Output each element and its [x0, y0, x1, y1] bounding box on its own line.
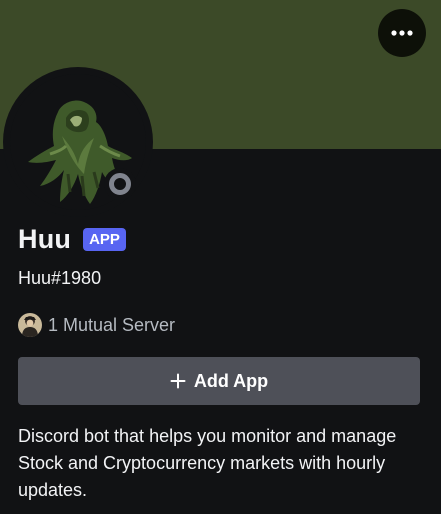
add-app-label: Add App — [193, 370, 269, 391]
bio-text: Discord bot that helps you monitor and m… — [18, 426, 397, 500]
display-name: Huu — [18, 223, 72, 254]
name-row: Huu APP — [18, 222, 126, 256]
offline-status-icon — [109, 173, 131, 195]
username: Huu#1980 — [18, 268, 102, 288]
more-options-button[interactable] — [378, 9, 426, 57]
more-horizontal-icon — [391, 30, 413, 36]
server-icon — [18, 313, 42, 337]
plus-icon — [170, 373, 186, 389]
mutual-servers-label: 1 Mutual Server — [48, 314, 176, 335]
app-badge: APP — [83, 227, 126, 251]
user-profile-popout: Huu APP Huu#1980 1 Mutual Server Add App… — [0, 0, 441, 514]
add-app-button[interactable]: Add App — [18, 357, 420, 405]
mutual-servers-link[interactable]: 1 Mutual Server — [18, 313, 175, 337]
